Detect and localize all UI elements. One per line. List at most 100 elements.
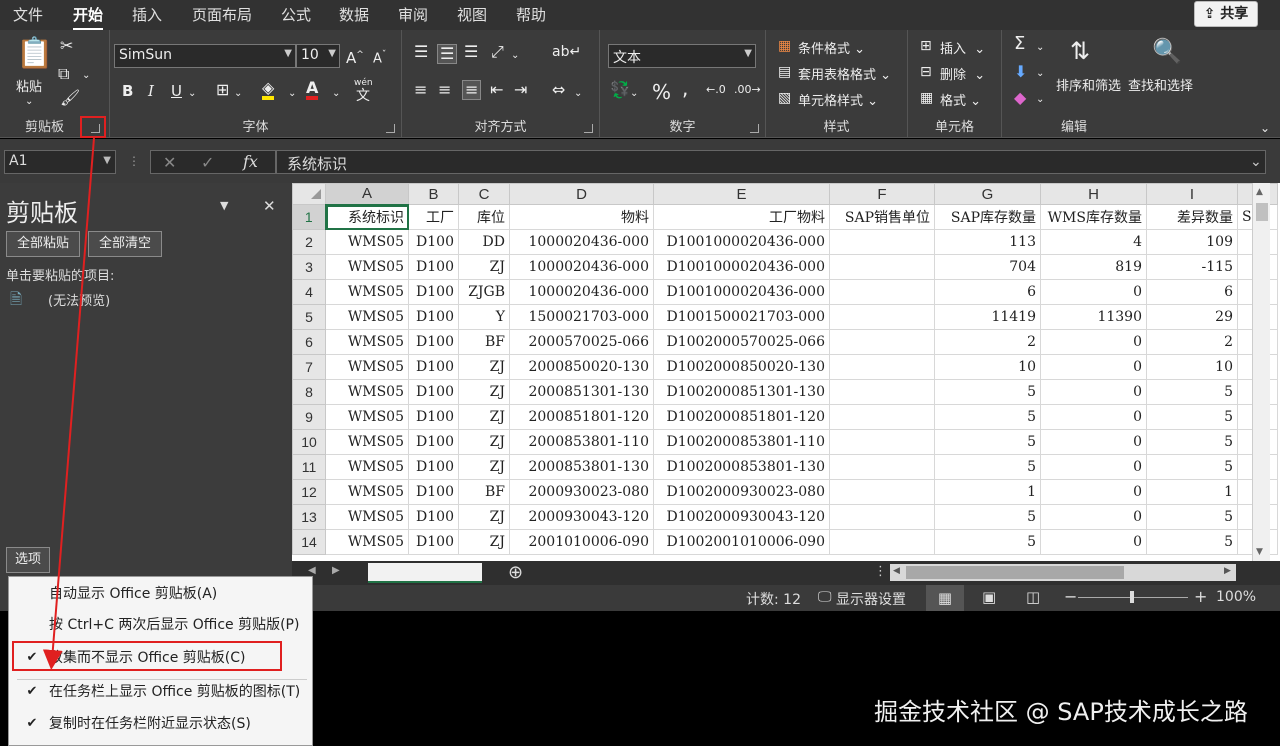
cell[interactable]: D100 — [408, 329, 459, 355]
cell[interactable]: 10 — [934, 354, 1041, 380]
cell[interactable]: WMS05 — [325, 504, 409, 530]
cell[interactable]: D100 — [408, 354, 459, 380]
cell[interactable]: 0 — [1040, 529, 1147, 555]
cell[interactable]: 2000570025-066 — [509, 329, 654, 355]
format-painter-icon[interactable]: 🖌 — [60, 90, 80, 106]
cell[interactable]: 5 — [1146, 404, 1238, 430]
font-color-icon[interactable]: A — [306, 80, 319, 100]
header-cell[interactable]: 差异数量 — [1146, 204, 1238, 230]
cell[interactable]: BF — [458, 479, 510, 505]
cell[interactable]: D1002001010006-090 — [653, 529, 830, 555]
header-cell[interactable]: SAP销售单位 — [829, 204, 935, 230]
cell[interactable]: 1000020436-000 — [509, 254, 654, 280]
phonetic-guide-icon[interactable]: 文 — [356, 88, 370, 104]
horizontal-scrollbar[interactable]: ◀ ▶ — [890, 564, 1236, 581]
cell[interactable]: 5 — [1146, 454, 1238, 480]
cell[interactable]: 819 — [1040, 254, 1147, 280]
alignment-launcher-icon[interactable] — [584, 124, 593, 133]
cell[interactable]: 5 — [934, 429, 1041, 455]
cell[interactable]: 5 — [934, 504, 1041, 530]
chevron-down-icon[interactable]: ⌄ — [234, 86, 242, 102]
merge-center-icon[interactable]: ⇔ — [552, 82, 565, 98]
cell[interactable]: WMS05 — [325, 429, 409, 455]
cell[interactable]: ZJ — [458, 504, 510, 530]
display-settings-icon[interactable]: 🖵 — [818, 589, 832, 605]
cell[interactable]: 2000930023-080 — [509, 479, 654, 505]
chevron-down-icon[interactable]: ⌄ — [574, 86, 582, 102]
cell[interactable]: WMS05 — [325, 454, 409, 480]
percent-style-button[interactable]: % — [652, 80, 671, 104]
header-cell[interactable]: WMS库存数量 — [1040, 204, 1147, 230]
cell[interactable]: WMS05 — [325, 279, 409, 305]
cell[interactable]: 0 — [1040, 429, 1147, 455]
scroll-thumb[interactable] — [906, 566, 1124, 579]
cell[interactable]: D100 — [408, 229, 459, 255]
cell[interactable]: WMS05 — [325, 354, 409, 380]
cell[interactable]: ZJ — [458, 429, 510, 455]
add-sheet-icon[interactable]: ⊕ — [508, 562, 523, 583]
cell[interactable]: D100 — [408, 279, 459, 305]
zoom-slider-thumb[interactable] — [1130, 591, 1134, 603]
decrease-font-icon[interactable]: Aˇ — [373, 47, 386, 67]
cell[interactable]: ZJ — [458, 379, 510, 405]
cell[interactable]: 0 — [1040, 479, 1147, 505]
font-launcher-icon[interactable] — [386, 124, 395, 133]
cell[interactable]: 2 — [934, 329, 1041, 355]
cell[interactable]: 1000020436-000 — [509, 229, 654, 255]
row-header[interactable]: 12 — [292, 479, 326, 505]
sort-filter-icon[interactable]: ⇅ — [1070, 38, 1090, 64]
tab-review[interactable]: 审阅 — [398, 4, 428, 25]
row-header[interactable]: 6 — [292, 329, 326, 355]
tab-formulas[interactable]: 公式 — [281, 4, 311, 25]
cell[interactable]: 5 — [934, 454, 1041, 480]
pane-options-icon[interactable]: ▼ — [220, 199, 228, 212]
chevron-down-icon[interactable]: ⌄ — [288, 86, 296, 102]
cell[interactable]: WMS05 — [325, 379, 409, 405]
align-left-icon[interactable]: ≡ — [414, 82, 427, 98]
cell[interactable]: 5 — [1146, 379, 1238, 405]
cell[interactable]: D1002000930043-120 — [653, 504, 830, 530]
find-select-icon[interactable]: 🔍 — [1152, 38, 1182, 64]
fill-icon[interactable]: ⬇ — [1014, 64, 1027, 80]
cell[interactable]: D100 — [408, 379, 459, 405]
chevron-down-icon[interactable]: ⌄ — [82, 68, 90, 84]
cell[interactable]: D100 — [408, 404, 459, 430]
close-icon[interactable]: ✕ — [263, 197, 276, 215]
cell[interactable]: 5 — [1146, 504, 1238, 530]
clear-icon[interactable]: ◆ — [1014, 90, 1026, 106]
cell[interactable]: 29 — [1146, 304, 1238, 330]
cell[interactable]: 1 — [1146, 479, 1238, 505]
cell[interactable]: WMS05 — [325, 404, 409, 430]
phonetic-guide-label[interactable]: wén — [354, 78, 373, 88]
tab-view[interactable]: 视图 — [457, 4, 487, 25]
chevron-down-icon[interactable]: ⌄ — [511, 48, 519, 64]
zoom-level[interactable]: 100% — [1216, 589, 1256, 605]
cell-A1[interactable]: 系统标识 — [325, 204, 409, 230]
copy-icon[interactable]: ⧉ — [58, 66, 69, 82]
row-header[interactable]: 11 — [292, 454, 326, 480]
cell[interactable] — [829, 229, 935, 255]
cell[interactable] — [829, 429, 935, 455]
font-name-select[interactable]: SimSun ▼ — [114, 44, 296, 68]
chevron-down-icon[interactable]: ⌄ — [25, 94, 33, 110]
column-header[interactable]: G — [934, 183, 1041, 205]
number-format-select[interactable]: 文本 ▼ — [608, 44, 756, 68]
page-break-view-icon[interactable]: ◫ — [1026, 588, 1040, 606]
row-header[interactable]: 13 — [292, 504, 326, 530]
cell[interactable] — [829, 254, 935, 280]
cell[interactable]: D1002000851301-130 — [653, 379, 830, 405]
cell[interactable]: 1500021703-000 — [509, 304, 654, 330]
tab-splitter-icon[interactable]: ⋮ — [874, 564, 887, 579]
cell[interactable]: 0 — [1040, 354, 1147, 380]
cell[interactable]: 1000020436-000 — [509, 279, 654, 305]
font-size-select[interactable]: 10 ▼ — [296, 44, 340, 68]
cell[interactable]: 2000851801-120 — [509, 404, 654, 430]
scroll-thumb[interactable] — [1256, 203, 1268, 221]
cell[interactable]: ZJ — [458, 404, 510, 430]
header-cell[interactable]: SAP库存数量 — [934, 204, 1041, 230]
chevron-down-icon[interactable]: ⌄ — [630, 86, 638, 102]
cell[interactable]: 2000853801-110 — [509, 429, 654, 455]
cell[interactable] — [829, 329, 935, 355]
underline-button[interactable]: U — [171, 82, 182, 100]
cell[interactable]: D1002000850020-130 — [653, 354, 830, 380]
